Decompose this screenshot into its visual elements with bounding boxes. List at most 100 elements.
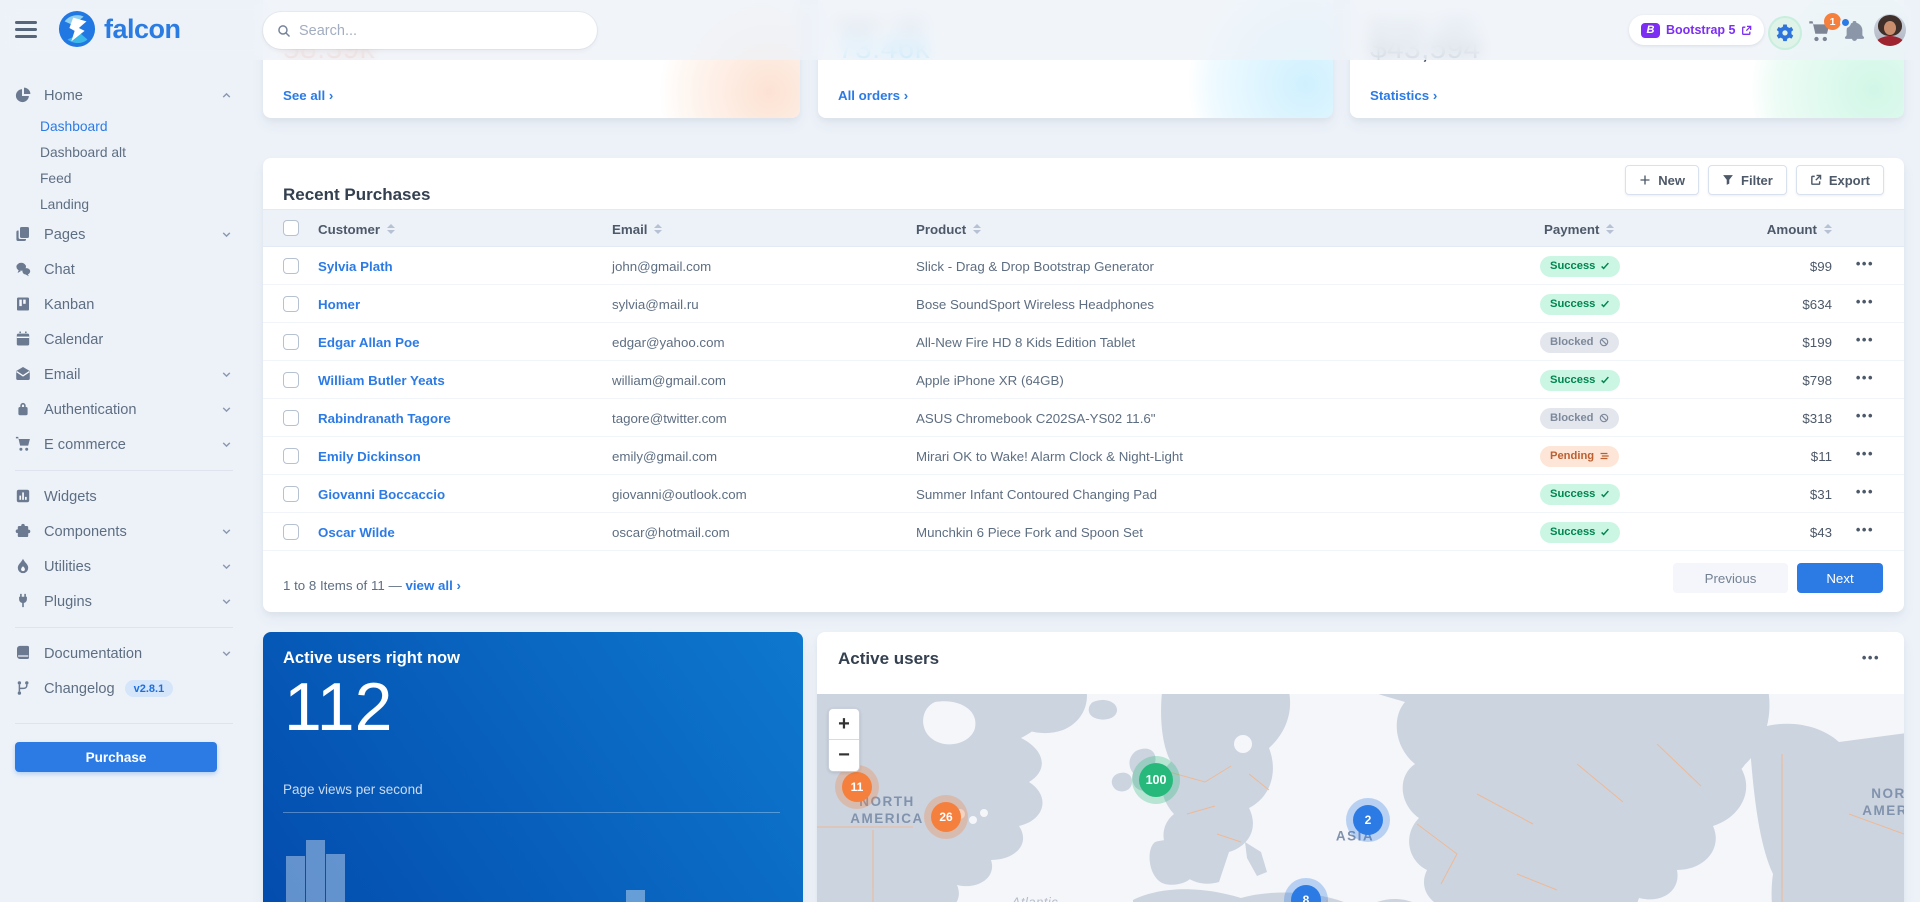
notifications-bell-button[interactable] xyxy=(1844,21,1868,45)
row-checkbox[interactable] xyxy=(283,334,299,350)
row-checkbox[interactable] xyxy=(283,486,299,502)
row-checkbox[interactable] xyxy=(283,410,299,426)
next-button[interactable]: Next xyxy=(1797,563,1883,593)
sidebar-item-documentation[interactable]: Documentation xyxy=(15,636,233,671)
filter-icon xyxy=(1722,174,1734,186)
payment-status-cell: Success xyxy=(1540,475,1620,513)
row-menu-dots[interactable]: ••• xyxy=(1856,446,1874,461)
sidebar-item-authentication[interactable]: Authentication xyxy=(15,392,233,427)
sidebar-item-home[interactable]: Home xyxy=(15,78,233,113)
customer-link[interactable]: William Butler Yeats xyxy=(318,361,445,399)
sidebar-item-widgets[interactable]: Widgets xyxy=(15,479,233,514)
search-input[interactable] xyxy=(299,23,583,39)
search-box[interactable] xyxy=(263,12,597,49)
purchase-button[interactable]: Purchase xyxy=(15,742,217,772)
payment-status-cell: Blocked xyxy=(1540,399,1619,437)
row-menu-dots[interactable]: ••• xyxy=(1856,522,1874,537)
row-menu-dots[interactable]: ••• xyxy=(1856,408,1874,423)
book-icon xyxy=(15,645,32,662)
map-cluster-marker[interactable]: 11 xyxy=(842,772,872,802)
row-checkbox[interactable] xyxy=(283,448,299,464)
bootstrap-badge-label: Bootstrap 5 xyxy=(1666,23,1735,37)
sort-icon xyxy=(973,224,981,235)
payment-status-cell: Pending xyxy=(1540,437,1619,475)
stat-link[interactable]: All orders › xyxy=(838,88,908,103)
falcon-logo[interactable]: falcon xyxy=(58,10,181,48)
row-menu-dots[interactable]: ••• xyxy=(1856,370,1874,385)
row-menu-dots[interactable]: ••• xyxy=(1856,256,1874,271)
map-zoom-in-button[interactable]: + xyxy=(829,709,859,740)
select-all-checkbox[interactable] xyxy=(283,220,299,236)
row-menu-dots[interactable]: ••• xyxy=(1856,294,1874,309)
customer-link[interactable]: Oscar Wilde xyxy=(318,513,395,551)
row-menu-dots[interactable]: ••• xyxy=(1856,332,1874,347)
column-header-email[interactable]: Email xyxy=(612,210,662,248)
customer-link[interactable]: Emily Dickinson xyxy=(318,437,421,475)
export-button[interactable]: Export xyxy=(1796,165,1884,195)
page-views-label: Page views per second xyxy=(283,782,423,797)
customer-link[interactable]: Edgar Allan Poe xyxy=(318,323,419,361)
product-cell: Bose SoundSport Wireless Headphones xyxy=(916,285,1154,323)
map-cluster-marker[interactable]: 100 xyxy=(1139,763,1173,797)
map-region-label: Atlantic xyxy=(985,894,1085,902)
column-header-customer[interactable]: Customer xyxy=(318,210,395,248)
sidebar-item-pages[interactable]: Pages xyxy=(15,217,233,252)
sort-icon xyxy=(654,224,662,235)
sidebar-item-label: Chat xyxy=(44,262,233,278)
sidebar-item-kanban[interactable]: Kanban xyxy=(15,287,233,322)
row-checkbox[interactable] xyxy=(283,524,299,540)
view-all-link[interactable]: view all › xyxy=(405,578,460,593)
sidebar-item-label: Components xyxy=(44,524,221,540)
map-zoom-out-button[interactable]: − xyxy=(829,740,859,771)
table-row: Sylvia Plathjohn@gmail.comSlick - Drag &… xyxy=(263,247,1904,285)
page-views-bar xyxy=(326,854,345,902)
previous-button[interactable]: Previous xyxy=(1673,563,1788,593)
sidebar-item-utilities[interactable]: Utilities xyxy=(15,549,233,584)
sidebar-item-email[interactable]: Email xyxy=(15,357,233,392)
column-header-product[interactable]: Product xyxy=(916,210,981,248)
sidebar-subitem-dashboard-alt[interactable]: Dashboard alt xyxy=(15,139,233,165)
map-cluster-marker[interactable]: 26 xyxy=(931,802,961,832)
sidebar-item-calendar[interactable]: Calendar xyxy=(15,322,233,357)
shopping-cart-button[interactable]: 1 xyxy=(1808,20,1834,44)
amount-cell: $43 xyxy=(1712,513,1832,551)
falcon-logo-icon xyxy=(58,10,96,48)
sidebar-subitem-feed[interactable]: Feed xyxy=(15,165,233,191)
stat-link[interactable]: Statistics › xyxy=(1370,88,1437,103)
sidebar-item-label: Calendar xyxy=(44,332,233,348)
sidebar-subitem-dashboard[interactable]: Dashboard xyxy=(15,113,233,139)
sidebar-item-label: Documentation xyxy=(44,646,221,662)
sidebar-item-chat[interactable]: Chat xyxy=(15,252,233,287)
email-cell: sylvia@mail.ru xyxy=(612,285,699,323)
stat-link[interactable]: See all › xyxy=(283,88,333,103)
stream-icon xyxy=(1599,451,1609,461)
card-menu-dots[interactable]: ••• xyxy=(1862,650,1880,665)
table-row: Giovanni Boccacciogiovanni@outlook.comSu… xyxy=(263,475,1904,513)
sidebar-item-label: Kanban xyxy=(44,297,233,313)
map-cluster-marker[interactable]: 2 xyxy=(1353,805,1383,835)
bootstrap-version-badge[interactable]: B Bootstrap 5 xyxy=(1629,15,1764,45)
filter-button[interactable]: Filter xyxy=(1708,165,1787,195)
user-avatar[interactable] xyxy=(1874,14,1906,46)
new-button[interactable]: New xyxy=(1625,165,1699,195)
hamburger-menu-icon[interactable] xyxy=(15,21,37,38)
row-checkbox[interactable] xyxy=(283,372,299,388)
row-menu-dots[interactable]: ••• xyxy=(1856,484,1874,499)
sidebar-item-components[interactable]: Components xyxy=(15,514,233,549)
customer-link[interactable]: Rabindranath Tagore xyxy=(318,399,451,437)
row-checkbox[interactable] xyxy=(283,296,299,312)
table-row: Rabindranath Tagoretagore@twitter.comASU… xyxy=(263,399,1904,437)
column-header-payment[interactable]: Payment xyxy=(1544,210,1614,248)
row-checkbox[interactable] xyxy=(283,258,299,274)
customer-link[interactable]: Giovanni Boccaccio xyxy=(318,475,445,513)
sidebar-item-changelog[interactable]: Changelogv2.8.1 xyxy=(15,671,233,706)
sidebar-item-plugins[interactable]: Plugins xyxy=(15,584,233,619)
sidebar-item-e-commerce[interactable]: E commerce xyxy=(15,427,233,462)
settings-gear-button[interactable] xyxy=(1768,16,1802,50)
customer-link[interactable]: Sylvia Plath xyxy=(318,247,393,285)
customer-link[interactable]: Homer xyxy=(318,285,360,323)
sidebar-subitem-landing[interactable]: Landing xyxy=(15,191,233,217)
email-cell: john@gmail.com xyxy=(612,247,711,285)
column-header-amount[interactable]: Amount xyxy=(1767,210,1832,248)
copy-icon xyxy=(15,226,32,243)
